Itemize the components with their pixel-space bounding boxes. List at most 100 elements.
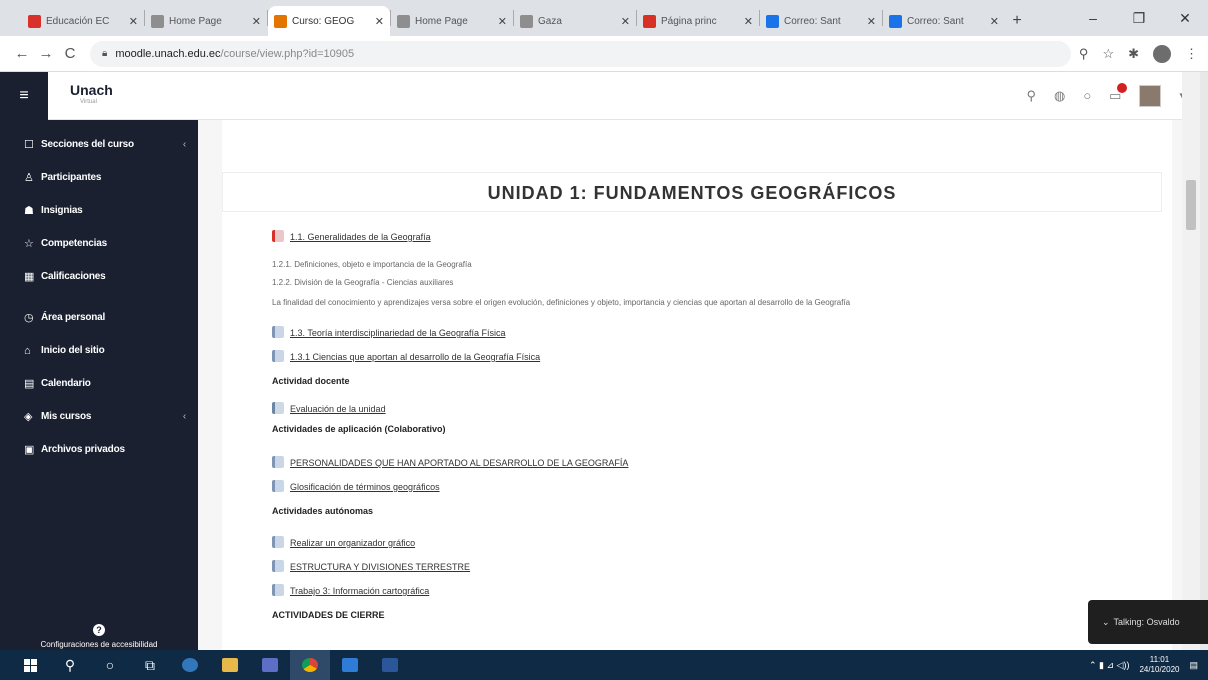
favicon-icon — [274, 14, 287, 28]
url-path: /course/view.php?id=10905 — [220, 47, 355, 60]
sidebar-item-insignias[interactable]: ☗ Insignias — [0, 194, 198, 227]
close-tab-icon[interactable]: ✕ — [498, 15, 507, 28]
url-input[interactable]: 🔒︎ moodle.unach.edu.ec/course/view.php?i… — [90, 40, 1071, 67]
maximize-button[interactable]: ❐ — [1116, 0, 1162, 36]
site-logo[interactable]: Unach Virtual — [70, 83, 113, 108]
search-icon[interactable]: ⚲ — [1026, 88, 1036, 104]
favicon-icon — [520, 14, 533, 28]
bookmark-star-icon[interactable]: ☆ — [1102, 46, 1114, 62]
page-scrollbar[interactable] — [1182, 72, 1200, 650]
minimize-button[interactable]: – — [1070, 0, 1116, 36]
chrome-icon[interactable] — [290, 650, 330, 680]
close-tab-icon[interactable]: ✕ — [867, 15, 876, 28]
teams-icon[interactable] — [250, 650, 290, 680]
activity-link-text[interactable]: Glosificación de términos geográficos — [290, 482, 440, 492]
cortana-icon[interactable]: ○ — [90, 650, 130, 680]
clock[interactable]: 11:01 24/10/2020 — [1139, 655, 1179, 675]
activity-link-text[interactable]: PERSONALIDADES QUE HAN APORTADO AL DESAR… — [290, 458, 628, 468]
sidebar-item-icon: ♙ — [24, 172, 34, 184]
sidebar-item-icon: ☆ — [24, 238, 34, 250]
user-avatar[interactable] — [1139, 84, 1162, 107]
browser-tab[interactable]: Página princ ✕ — [637, 6, 759, 36]
url-host: moodle.unach.edu.ec — [115, 47, 221, 60]
activity-group-label-text: Actividades autónomas — [272, 506, 374, 516]
forward-button[interactable]: → — [34, 45, 58, 62]
start-button[interactable] — [10, 650, 50, 680]
search-icon[interactable]: ⚲ — [50, 650, 90, 680]
chevron-left-icon: ‹ — [182, 411, 186, 422]
edge-icon[interactable] — [170, 650, 210, 680]
sidebar-item-label: Insignias — [41, 205, 83, 216]
activity-link-text[interactable]: 1.3.1 Ciencias que aportan al desarrollo… — [290, 352, 540, 362]
favicon-icon — [889, 14, 902, 28]
close-tab-icon[interactable]: ✕ — [744, 15, 753, 28]
clock-time: 11:01 — [1149, 655, 1170, 664]
messages-icon[interactable]: ▭ — [1109, 82, 1128, 104]
sidebar-item-participantes[interactable]: ♙ Participantes — [0, 161, 198, 194]
activity-link-text[interactable]: Realizar un organizador gráfico — [290, 538, 415, 548]
sidebar-item-inicio-del-sitio[interactable]: ⌂ Inicio del sitio — [0, 334, 198, 367]
close-tab-icon[interactable]: ✕ — [252, 15, 261, 28]
word-icon[interactable] — [370, 650, 410, 680]
accessibility-link[interactable]: ? Configuraciones de accesibilidad — [0, 624, 198, 650]
close-window-button[interactable]: ✕ — [1162, 0, 1208, 36]
activity-link-text[interactable]: ESTRUCTURA Y DIVISIONES TERRESTRE — [290, 562, 470, 572]
file-explorer-icon[interactable] — [210, 650, 250, 680]
activity-link-text[interactable]: 1.1. Generalidades de la Geografía — [290, 232, 431, 242]
reload-button[interactable]: C — [58, 45, 82, 62]
scrollbar-thumb[interactable] — [1186, 180, 1196, 230]
browser-tab[interactable]: Curso: GEOG ✕ — [268, 6, 390, 36]
back-button[interactable]: ← — [10, 45, 34, 62]
browser-tab[interactable]: Correo: Sant ✕ — [883, 6, 1005, 36]
sidebar-item-area-personal[interactable]: ◷ Área personal — [0, 301, 198, 334]
window-controls: – ❐ ✕ — [1070, 0, 1208, 36]
chrome-menu-icon[interactable]: ⋮ — [1185, 46, 1198, 62]
task-view-icon[interactable]: ⧉ — [130, 650, 170, 680]
file-icon — [272, 326, 284, 338]
system-tray: ⌃ ▮ ⊿ ◁)) 11:01 24/10/2020 ▤ — [1089, 655, 1208, 675]
sidebar-item-icon: ◷ — [24, 312, 34, 324]
moodle-header: ≡ UnachVirtual ⚲ ◍ ○ ▭ ▾ — [0, 71, 1200, 120]
mail-icon[interactable] — [330, 650, 370, 680]
close-tab-icon[interactable]: ✕ — [621, 15, 630, 28]
extensions-icon[interactable]: ✱ — [1128, 46, 1139, 62]
sidebar-item-icon: ☗ — [24, 205, 34, 217]
browser-tab[interactable]: Gaza ✕ — [514, 6, 636, 36]
close-tab-icon[interactable]: ✕ — [990, 15, 999, 28]
page-content: UNIDAD 1: FUNDAMENTOS GEOGRÁFICOS 1.1. G… — [198, 120, 1182, 650]
activity-link-text[interactable]: Evaluación de la unidad — [290, 404, 386, 414]
close-tab-icon[interactable]: ✕ — [129, 15, 138, 28]
browser-tab[interactable]: Home Page ✕ — [145, 6, 267, 36]
menu-toggle-button[interactable]: ≡ — [0, 71, 48, 120]
sidebar-item-archivos-privados[interactable]: ▣ Archivos privados — [0, 433, 198, 466]
tray-icons[interactable]: ⌃ ▮ ⊿ ◁)) — [1089, 660, 1129, 671]
activity-link-text[interactable]: 1.3. Teoría interdisciplinariedad de la … — [290, 328, 505, 338]
profile-avatar[interactable] — [1153, 44, 1171, 63]
browser-tab[interactable]: Home Page ✕ — [391, 6, 513, 36]
nav-drawer-list: ☐ Secciones del curso ‹ ♙ Participantes ☗ Insi… — [0, 128, 198, 466]
tab-title: Home Page — [169, 15, 222, 27]
browser-tab-strip: Educación EC ✕ Home Page ✕ Curso: GEOG ✕ Home … — [0, 0, 1208, 36]
header-actions: ⚲ ◍ ○ ▭ ▾ — [1026, 82, 1186, 107]
lock-icon: 🔒︎ — [102, 48, 108, 59]
sidebar-item-secciones-del-curso[interactable]: ☐ Secciones del curso ‹ — [0, 128, 198, 161]
section-text-line: 1.2.1. Definiciones, objeto e importanci… — [272, 260, 472, 269]
new-tab-button[interactable]: + — [1005, 6, 1029, 36]
close-tab-icon[interactable]: ✕ — [375, 15, 384, 28]
sidebar-item-label: Calendario — [41, 378, 91, 389]
sidebar-item-mis-cursos[interactable]: ◈ Mis cursos ‹ — [0, 400, 198, 433]
sidebar-item-competencias[interactable]: ☆ Competencias — [0, 227, 198, 260]
tab-title: Educación EC — [46, 15, 110, 27]
sidebar-item-calendario[interactable]: ▤ Calendario — [0, 367, 198, 400]
globe-icon[interactable]: ◍ — [1054, 88, 1065, 104]
course-section: UNIDAD 1: FUNDAMENTOS GEOGRÁFICOS 1.1. G… — [222, 120, 1172, 650]
bell-icon[interactable]: ○ — [1083, 88, 1091, 103]
zoom-icon[interactable]: ⚲ — [1079, 46, 1089, 62]
notifications-icon[interactable]: ▤ — [1189, 660, 1198, 671]
browser-tab[interactable]: Educación EC ✕ — [22, 6, 144, 36]
sidebar-item-calificaciones[interactable]: ▦ Calificaciones — [0, 260, 198, 293]
activity-link-text[interactable]: Trabajo 3: Información cartográfica — [290, 586, 429, 596]
meeting-notification[interactable]: ⌄ Talking: Osvaldo — [1088, 600, 1208, 644]
favicon-icon — [643, 14, 656, 28]
browser-tab[interactable]: Correo: Sant ✕ — [760, 6, 882, 36]
